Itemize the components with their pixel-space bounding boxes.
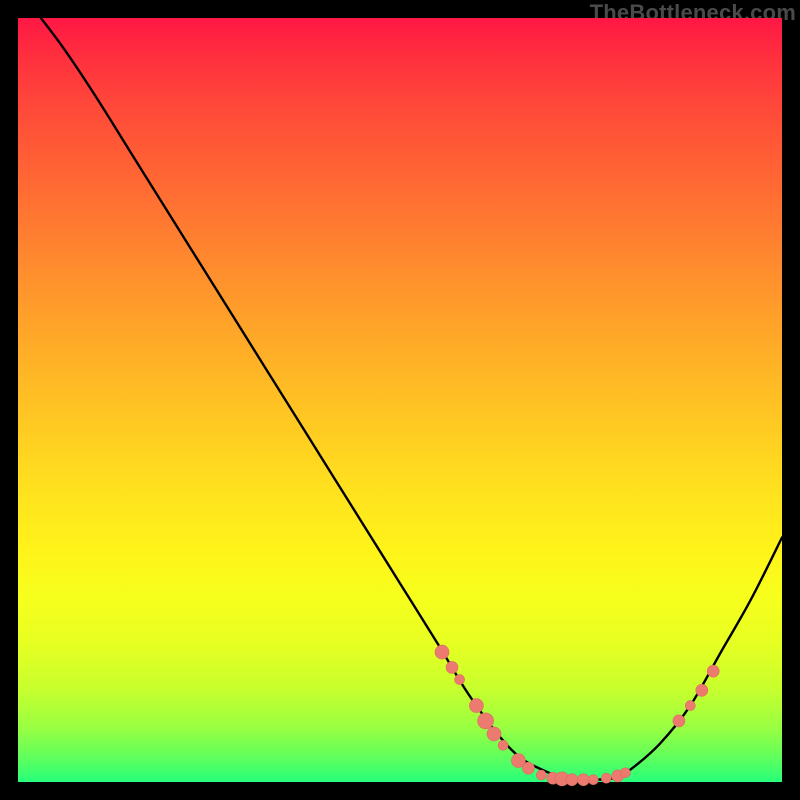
curve-marker [566, 774, 578, 786]
chart-frame [18, 18, 782, 782]
curve-marker [577, 774, 589, 786]
curve-marker [435, 645, 449, 659]
curve-marker [696, 684, 708, 696]
curve-marker [522, 762, 534, 774]
curve-marker [685, 701, 695, 711]
curve-marker [487, 727, 501, 741]
curve-marker [455, 675, 465, 685]
curve-marker [620, 768, 630, 778]
curve-marker [601, 773, 611, 783]
curve-marker [498, 740, 508, 750]
curve-marker [469, 699, 483, 713]
curve-markers [435, 645, 719, 786]
bottleneck-curve [41, 18, 782, 780]
curve-marker [673, 715, 685, 727]
curve-marker [536, 770, 546, 780]
chart-svg [18, 18, 782, 782]
curve-marker [707, 665, 719, 677]
curve-marker [478, 713, 494, 729]
curve-marker [588, 775, 598, 785]
curve-marker [446, 661, 458, 673]
